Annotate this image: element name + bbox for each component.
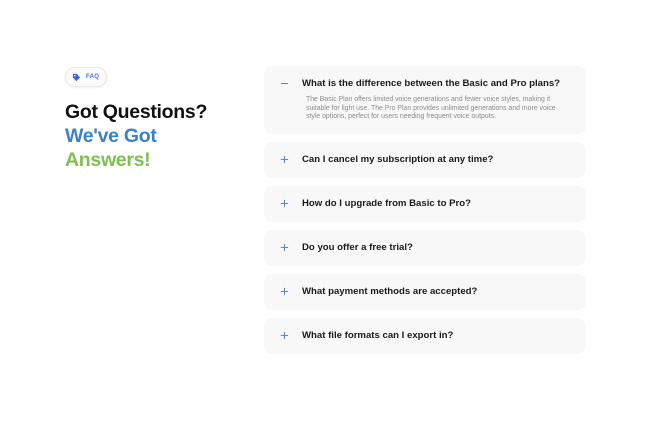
- plus-icon: [276, 328, 292, 344]
- faq-question-toggle[interactable]: Can I cancel my subscription at any time…: [276, 142, 572, 178]
- plus-icon: [276, 152, 292, 168]
- faq-question: How do I upgrade from Basic to Pro?: [302, 198, 471, 210]
- faq-question-toggle[interactable]: What payment methods are accepted?: [276, 274, 572, 310]
- faq-badge: FAQ: [65, 67, 108, 87]
- faq-question: What file formats can I export in?: [302, 330, 454, 342]
- title-line-3: Answers!: [65, 149, 151, 171]
- title-line-1: Got Questions?: [65, 101, 208, 123]
- badge-label: FAQ: [86, 74, 100, 80]
- plus-icon: [276, 196, 292, 212]
- faq-question: What is the difference between the Basic…: [302, 77, 561, 89]
- faq-question: Can I cancel my subscription at any time…: [302, 154, 494, 166]
- tag-icon: [72, 73, 81, 82]
- faq-item: What is the difference between the Basic…: [264, 66, 586, 134]
- faq-question: Do you offer a free trial?: [302, 242, 413, 254]
- faq-question-toggle[interactable]: Do you offer a free trial?: [276, 230, 572, 266]
- page-title: Got Questions? We've Got Answers!: [65, 100, 235, 172]
- title-line-2: We've Got: [65, 125, 157, 147]
- faq-item: What payment methods are accepted?: [264, 273, 586, 310]
- faq-item: Can I cancel my subscription at any time…: [264, 141, 586, 178]
- faq-item: How do I upgrade from Basic to Pro?: [264, 185, 586, 222]
- faq-list: What is the difference between the Basic…: [264, 66, 586, 362]
- faq-question-toggle[interactable]: How do I upgrade from Basic to Pro?: [276, 186, 572, 222]
- faq-item: Do you offer a free trial?: [264, 229, 586, 266]
- plus-icon: [276, 284, 292, 300]
- faq-item: What file formats can I export in?: [264, 317, 586, 354]
- minus-icon: [276, 75, 292, 91]
- plus-icon: [276, 240, 292, 256]
- faq-question-toggle[interactable]: What is the difference between the Basic…: [276, 66, 572, 100]
- faq-question-toggle[interactable]: What file formats can I export in?: [276, 318, 572, 354]
- faq-answer: The Basic Plan offers limited voice gene…: [306, 96, 556, 121]
- faq-question: What payment methods are accepted?: [302, 286, 478, 298]
- faq-intro: FAQ Got Questions? We've Got Answers!: [65, 67, 235, 172]
